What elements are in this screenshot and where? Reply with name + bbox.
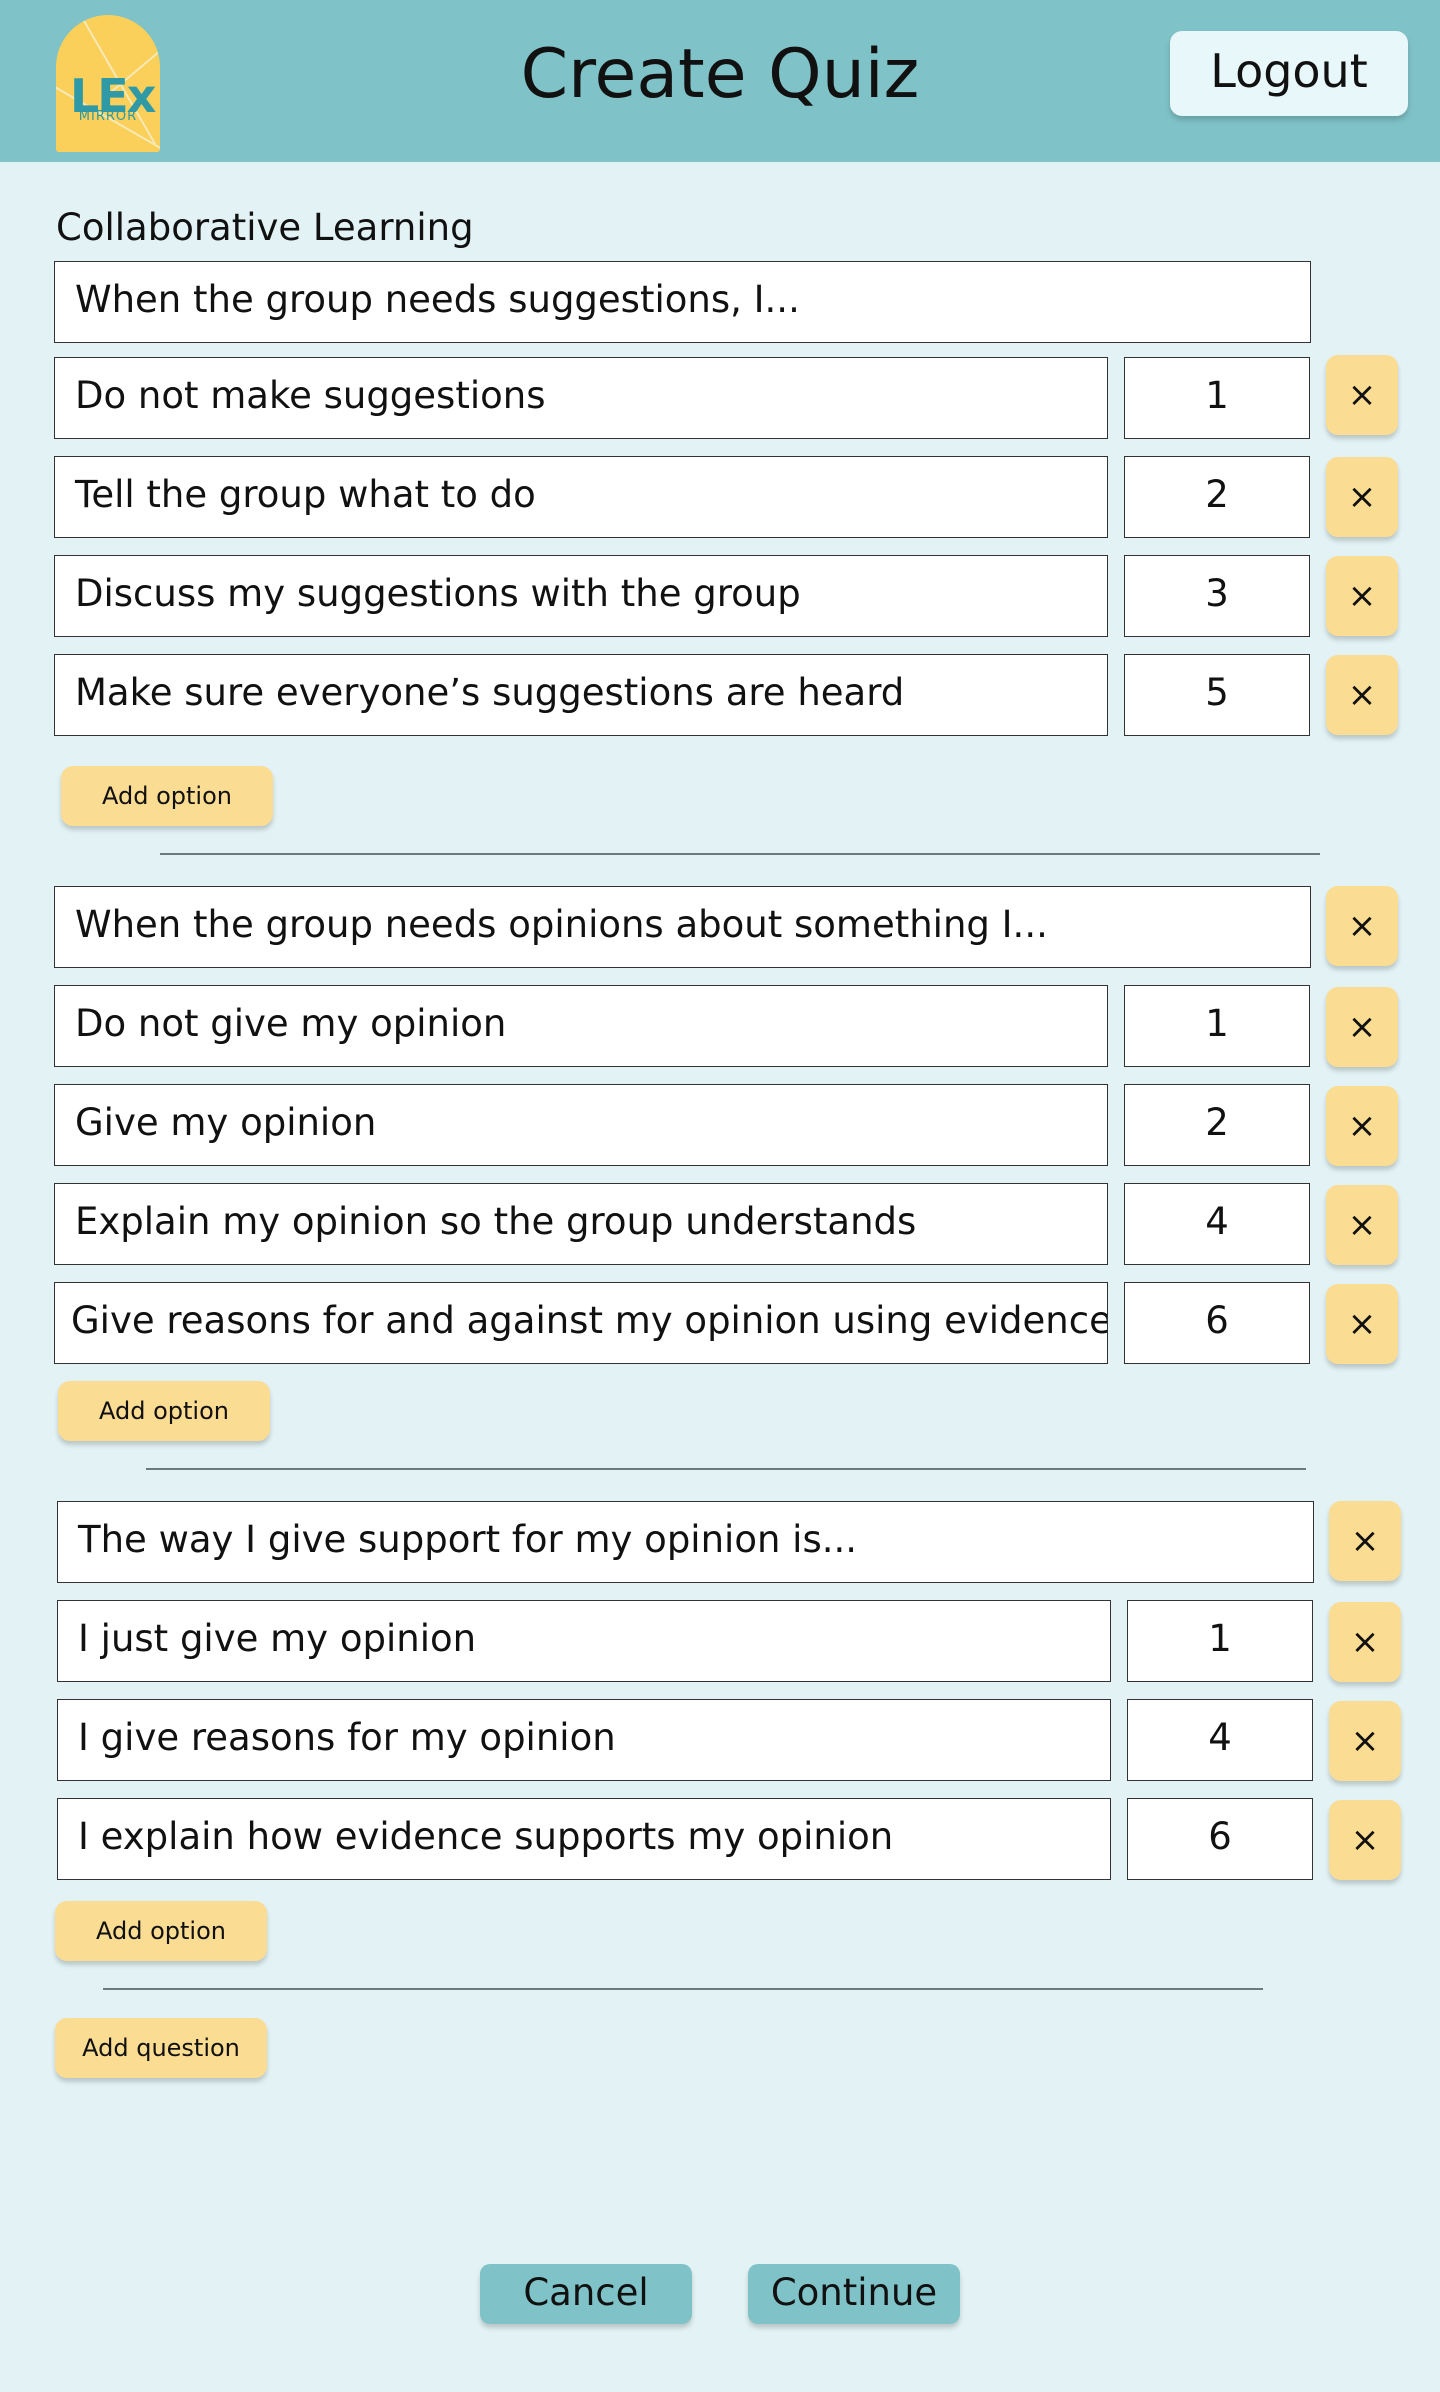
- remove-option-button[interactable]: ×: [1329, 1800, 1401, 1880]
- option-score-input[interactable]: 5: [1124, 654, 1310, 736]
- option-input[interactable]: Explain my opinion so the group understa…: [54, 1183, 1108, 1265]
- option-input[interactable]: I give reasons for my opinion: [57, 1699, 1111, 1781]
- option-score-input[interactable]: 4: [1127, 1699, 1313, 1781]
- quiz-category-label: Collaborative Learning: [56, 206, 474, 249]
- add-option-button[interactable]: Add option: [55, 1901, 267, 1961]
- remove-option-button[interactable]: ×: [1326, 355, 1398, 435]
- close-icon: ×: [1350, 1622, 1380, 1662]
- question-divider: [160, 853, 1320, 855]
- option-input[interactable]: I explain how evidence supports my opini…: [57, 1798, 1111, 1880]
- close-icon: ×: [1350, 1721, 1380, 1761]
- option-score-input[interactable]: 3: [1124, 555, 1310, 637]
- remove-option-button[interactable]: ×: [1326, 987, 1398, 1067]
- option-score-input[interactable]: 6: [1124, 1282, 1310, 1364]
- option-score-input[interactable]: 6: [1127, 1798, 1313, 1880]
- option-input[interactable]: Do not make suggestions: [54, 357, 1108, 439]
- option-input[interactable]: Give my opinion: [54, 1084, 1108, 1166]
- close-icon: ×: [1347, 675, 1377, 715]
- app-header: LEx MIRROR Create Quiz Logout: [0, 0, 1440, 162]
- continue-button[interactable]: Continue: [748, 2264, 960, 2324]
- remove-question-button[interactable]: ×: [1326, 886, 1398, 966]
- close-icon: ×: [1347, 1106, 1377, 1146]
- close-icon: ×: [1347, 1007, 1377, 1047]
- option-input[interactable]: Give reasons for and against my opinion …: [54, 1282, 1108, 1364]
- question-divider: [146, 1468, 1306, 1470]
- add-question-button[interactable]: Add question: [55, 2018, 267, 2078]
- add-option-button[interactable]: Add option: [58, 1381, 270, 1441]
- option-input[interactable]: Do not give my opinion: [54, 985, 1108, 1067]
- option-score-input[interactable]: 4: [1124, 1183, 1310, 1265]
- question-divider: [103, 1988, 1263, 1990]
- option-score-input[interactable]: 1: [1127, 1600, 1313, 1682]
- add-option-button[interactable]: Add option: [61, 766, 273, 826]
- option-input[interactable]: Discuss my suggestions with the group: [54, 555, 1108, 637]
- close-icon: ×: [1347, 477, 1377, 517]
- close-icon: ×: [1347, 1205, 1377, 1245]
- logout-button[interactable]: Logout: [1170, 31, 1408, 116]
- remove-option-button[interactable]: ×: [1326, 655, 1398, 735]
- close-icon: ×: [1347, 576, 1377, 616]
- close-icon: ×: [1347, 375, 1377, 415]
- option-score-input[interactable]: 1: [1124, 357, 1310, 439]
- remove-option-button[interactable]: ×: [1326, 1086, 1398, 1166]
- option-input[interactable]: Tell the group what to do: [54, 456, 1108, 538]
- remove-option-button[interactable]: ×: [1329, 1701, 1401, 1781]
- question-input[interactable]: When the group needs opinions about some…: [54, 886, 1311, 968]
- remove-option-button[interactable]: ×: [1326, 1185, 1398, 1265]
- close-icon: ×: [1347, 906, 1377, 946]
- close-icon: ×: [1350, 1521, 1380, 1561]
- close-icon: ×: [1350, 1820, 1380, 1860]
- remove-option-button[interactable]: ×: [1326, 556, 1398, 636]
- option-score-input[interactable]: 2: [1124, 1084, 1310, 1166]
- remove-option-button[interactable]: ×: [1329, 1602, 1401, 1682]
- option-input[interactable]: I just give my opinion: [57, 1600, 1111, 1682]
- question-input[interactable]: When the group needs suggestions, I...: [54, 261, 1311, 343]
- remove-option-button[interactable]: ×: [1326, 457, 1398, 537]
- option-input[interactable]: Make sure everyone’s suggestions are hea…: [54, 654, 1108, 736]
- question-input[interactable]: The way I give support for my opinion is…: [57, 1501, 1314, 1583]
- cancel-button[interactable]: Cancel: [480, 2264, 692, 2324]
- remove-question-button[interactable]: ×: [1329, 1501, 1401, 1581]
- remove-option-button[interactable]: ×: [1326, 1284, 1398, 1364]
- close-icon: ×: [1347, 1304, 1377, 1344]
- option-score-input[interactable]: 2: [1124, 456, 1310, 538]
- option-score-input[interactable]: 1: [1124, 985, 1310, 1067]
